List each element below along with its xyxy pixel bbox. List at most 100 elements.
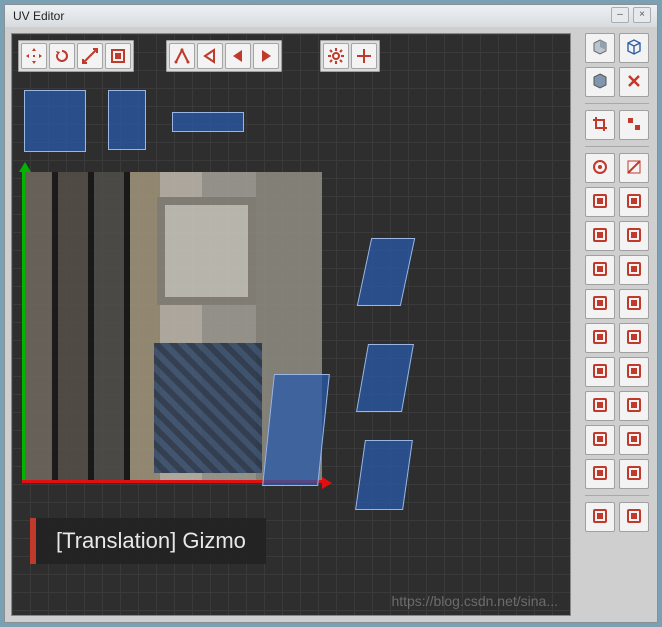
- crosshair-icon: [355, 47, 373, 65]
- view-solid[interactable]: [585, 67, 615, 97]
- rot-cw-icon: [591, 226, 609, 247]
- dock-row: [581, 502, 653, 532]
- clear-red[interactable]: [619, 67, 649, 97]
- cube-wire-icon: [625, 38, 643, 59]
- uv-shell[interactable]: [262, 374, 330, 486]
- refresh-red[interactable]: [619, 502, 649, 532]
- scale-icon: [81, 47, 99, 65]
- dock-row: [581, 67, 653, 97]
- step-left[interactable]: [585, 187, 615, 217]
- rotate-ccw[interactable]: [619, 221, 649, 251]
- window-title: UV Editor: [13, 9, 64, 23]
- watermark: https://blog.csdn.net/sina...: [391, 593, 558, 609]
- dock-row: [581, 357, 653, 387]
- radial-icon: [591, 158, 609, 179]
- snap-icon: [625, 115, 643, 136]
- move-icon: [25, 47, 43, 65]
- distribute-h[interactable]: [585, 289, 615, 319]
- settings[interactable]: [323, 43, 349, 69]
- lay-l-icon: [591, 464, 609, 485]
- distribute-v[interactable]: [619, 289, 649, 319]
- crop-icon: [591, 115, 609, 136]
- expand-in[interactable]: [619, 391, 649, 421]
- grid-small[interactable]: [585, 502, 615, 532]
- gizmo-axis-y: [22, 172, 25, 482]
- align-v[interactable]: [619, 255, 649, 285]
- exp-in-icon: [625, 396, 643, 417]
- toolbar-playback: [166, 40, 282, 72]
- uv-shell[interactable]: [108, 90, 146, 150]
- rot-ccw-icon: [625, 226, 643, 247]
- uv-viewport[interactable]: [Translation] Gizmo https://blog.csdn.ne…: [11, 33, 571, 616]
- fit-shell[interactable]: [585, 425, 615, 455]
- crop-tool[interactable]: [585, 110, 615, 140]
- scale-tool[interactable]: [77, 43, 103, 69]
- edge-mode[interactable]: [169, 43, 195, 69]
- toggle-wire[interactable]: [619, 33, 649, 63]
- lay-r-icon: [625, 464, 643, 485]
- flip-v-icon: [625, 328, 643, 349]
- minimize-button[interactable]: –: [611, 7, 629, 23]
- dock-row: [581, 323, 653, 353]
- mir-h-icon: [591, 362, 609, 383]
- titlebar: UV Editor – ×: [5, 5, 657, 28]
- uv-editor-window: UV Editor – × [Translation] Gizmo: [4, 4, 658, 623]
- move-tool[interactable]: [21, 43, 47, 69]
- toolbar-transform: [18, 40, 134, 72]
- uv-shell[interactable]: [357, 238, 415, 306]
- overlay-caption: [Translation] Gizmo: [30, 518, 266, 564]
- dock-row: [581, 425, 653, 455]
- al-v-icon: [625, 260, 643, 281]
- play-fwd[interactable]: [253, 43, 279, 69]
- toggle-shade[interactable]: [585, 33, 615, 63]
- play-back[interactable]: [225, 43, 251, 69]
- tri-left-outline-icon: [201, 47, 219, 65]
- uv-shell[interactable]: [355, 440, 413, 510]
- cube-solid-icon: [591, 72, 609, 93]
- tri-left-fill-icon: [229, 47, 247, 65]
- radial-align[interactable]: [585, 153, 615, 183]
- arrow-down[interactable]: [619, 425, 649, 455]
- diag-split[interactable]: [619, 153, 649, 183]
- dock-row: [581, 33, 653, 63]
- step-l-icon: [591, 192, 609, 213]
- al-h-icon: [591, 260, 609, 281]
- layout-right[interactable]: [619, 459, 649, 489]
- caption-text: [Translation] Gizmo: [56, 528, 246, 553]
- fit-icon: [591, 430, 609, 451]
- snap-tool[interactable]: [619, 110, 649, 140]
- uv-shell[interactable]: [356, 344, 414, 412]
- mirror-h[interactable]: [585, 357, 615, 387]
- align-h[interactable]: [585, 255, 615, 285]
- close-button[interactable]: ×: [633, 7, 651, 23]
- step-right[interactable]: [619, 187, 649, 217]
- dock-row: [581, 221, 653, 251]
- x-red-icon: [625, 72, 643, 93]
- flip-v[interactable]: [619, 323, 649, 353]
- reload-icon: [625, 507, 643, 528]
- dist-h-icon: [591, 294, 609, 315]
- flip-h-icon: [591, 328, 609, 349]
- expand-out[interactable]: [585, 391, 615, 421]
- toolbar-options: [320, 40, 380, 72]
- uv-shell[interactable]: [172, 112, 244, 132]
- exp-out-icon: [591, 396, 609, 417]
- dock-row: [581, 153, 653, 183]
- prev-frame[interactable]: [197, 43, 223, 69]
- dist-v-icon: [625, 294, 643, 315]
- dock-row: [581, 255, 653, 285]
- layout-left[interactable]: [585, 459, 615, 489]
- rotate-tool[interactable]: [49, 43, 75, 69]
- tri-right-fill-icon: [257, 47, 275, 65]
- flip-h[interactable]: [585, 323, 615, 353]
- mir-v-icon: [625, 362, 643, 383]
- rotate-cw[interactable]: [585, 221, 615, 251]
- edge-icon: [173, 47, 191, 65]
- uv-shell[interactable]: [24, 90, 86, 152]
- grid4-icon: [591, 507, 609, 528]
- gear-icon: [327, 47, 345, 65]
- rect-tool[interactable]: [105, 43, 131, 69]
- center-view[interactable]: [351, 43, 377, 69]
- mirror-v[interactable]: [619, 357, 649, 387]
- cube-shade-icon: [591, 38, 609, 59]
